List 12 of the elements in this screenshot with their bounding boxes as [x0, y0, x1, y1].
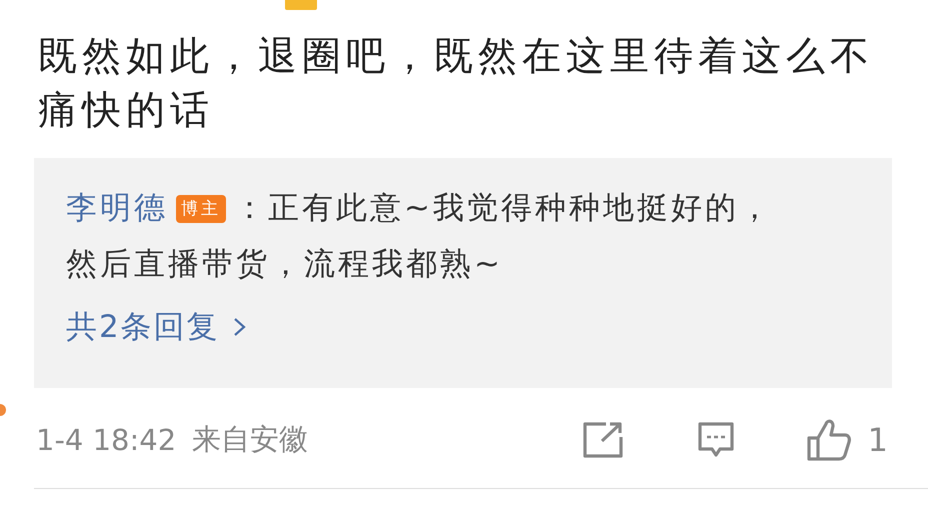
comment-icon[interactable]: [696, 421, 736, 459]
chevron-icon: [232, 315, 248, 339]
more-replies-link[interactable]: 共2条回复: [66, 306, 248, 348]
reply-text: 李明德 博主 ：正有此意~我觉得种种地挺好的，然后直播带货，流程我都熟~: [66, 189, 774, 284]
comment-text: 既然如此，退圈吧，既然在这里待着这么不痛快的话: [38, 33, 875, 135]
comment-source: 来自安徽: [192, 421, 308, 458]
like-button[interactable]: 1: [806, 418, 888, 462]
share-icon[interactable]: [582, 421, 624, 459]
author-badge: 博主: [176, 195, 226, 223]
badge-icon: [285, 0, 317, 10]
comment-time: 1-4 18:42: [36, 423, 176, 457]
reply-author[interactable]: 李明德: [66, 190, 168, 226]
